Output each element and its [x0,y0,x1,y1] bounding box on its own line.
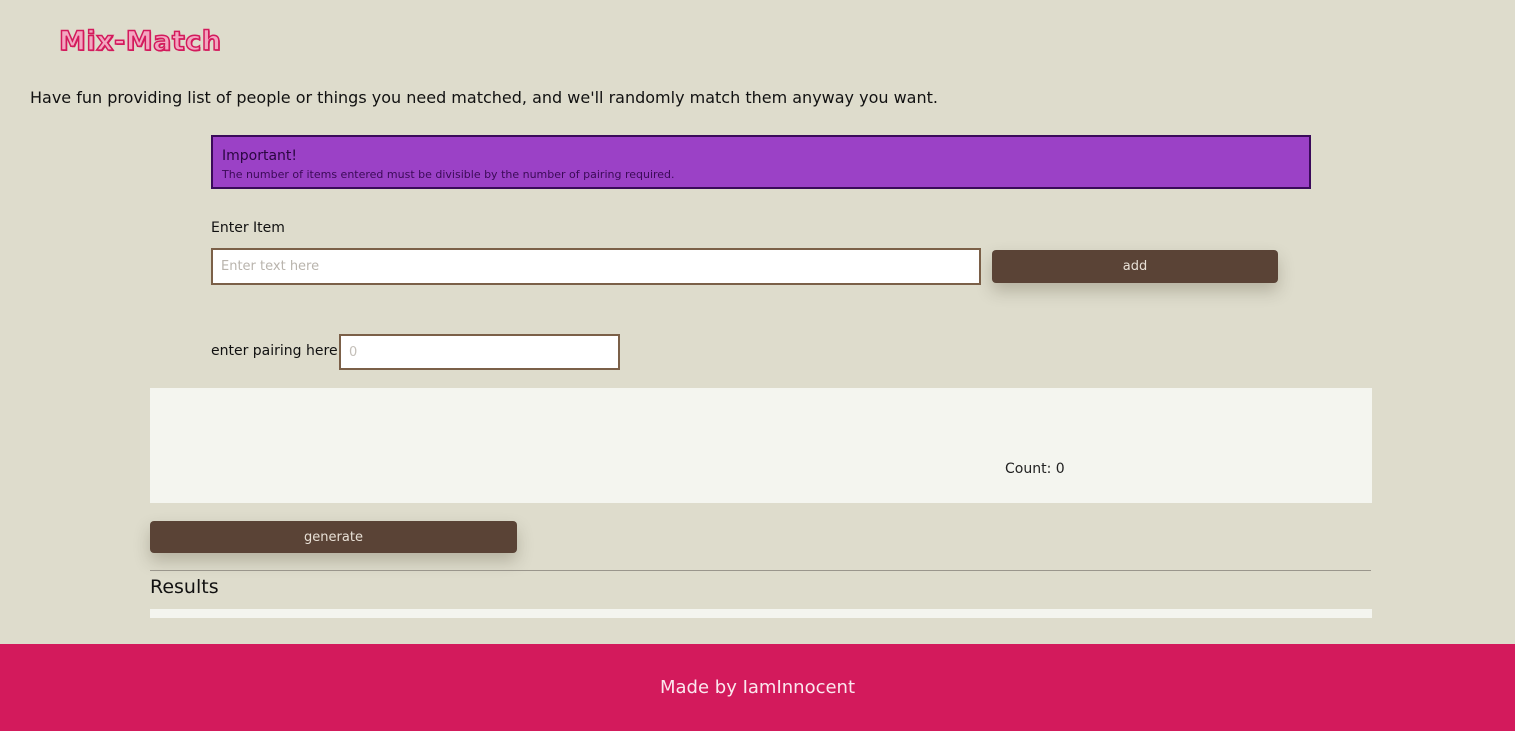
alert-message: The number of items entered must be divi… [222,168,675,181]
alert-title: Important! [222,148,298,164]
item-input[interactable] [211,248,981,285]
enter-item-label: Enter Item [211,220,285,236]
results-panel [150,609,1372,618]
pairing-label: enter pairing here [211,343,338,359]
footer: Made by IamInnocent [0,644,1515,731]
item-list-panel: Count: 0 [150,388,1372,503]
results-heading: Results [150,576,219,598]
add-button[interactable]: add [992,250,1278,283]
footer-credit: Made by IamInnocent [659,677,856,698]
app-logo[interactable]: Mix-Match [58,25,221,58]
generate-button[interactable]: generate [150,521,517,553]
page: Mix-Match Have fun providing list of peo… [0,0,1515,731]
item-count: Count: 0 [1005,461,1065,477]
section-divider [150,570,1371,571]
important-alert: Important! The number of items entered m… [211,135,1311,189]
intro-text: Have fun providing list of people or thi… [30,88,938,107]
pairing-input[interactable] [339,334,620,370]
